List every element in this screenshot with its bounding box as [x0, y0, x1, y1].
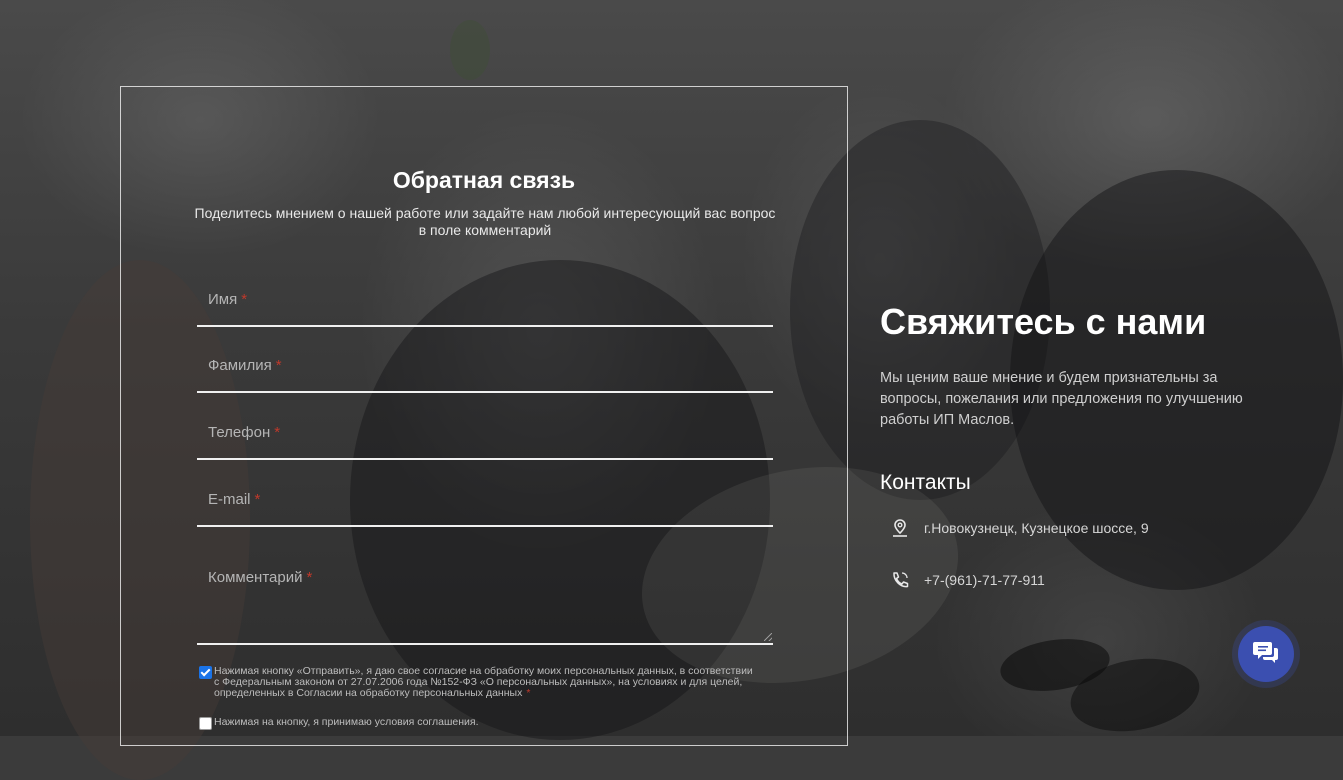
personal-data-consent: Нажимая кнопку «Отправить», я даю свое с… [199, 666, 759, 699]
email-label: E-mail * [208, 491, 261, 508]
feedback-form: Обратная связь Поделитесь мнением о наше… [120, 86, 848, 746]
address-row: г.Новокузнецк, Кузнецкое шоссе, 9 [880, 517, 1260, 539]
address-text: г.Новокузнецк, Кузнецкое шоссе, 9 [924, 520, 1149, 536]
personal-data-checkbox[interactable] [199, 666, 212, 679]
email-field[interactable]: E-mail * [197, 487, 773, 527]
contact-title: Свяжитесь с нами [880, 301, 1207, 342]
name-field[interactable]: Имя * [197, 287, 773, 327]
contact-section: Свяжитесь с нами Мы ценим ваше мнение и … [880, 300, 1260, 591]
surname-label: Фамилия * [208, 357, 282, 374]
form-subtitle: Поделитесь мнением о нашей работе или за… [194, 205, 776, 238]
comment-textarea[interactable]: Комментарий * [197, 555, 773, 645]
chat-widget-button[interactable] [1238, 626, 1294, 682]
resize-grip-icon[interactable] [764, 633, 772, 641]
comment-label: Комментарий * [208, 569, 313, 586]
name-label: Имя * [208, 291, 248, 308]
phone-field[interactable]: Телефон * [197, 420, 773, 460]
agreement-checkbox[interactable] [199, 717, 212, 730]
location-pin-icon [886, 517, 914, 539]
phone-icon [886, 569, 914, 591]
agreement-consent: Нажимая на кнопку, я принимаю условия со… [199, 717, 759, 730]
phone-text[interactable]: +7-(961)-71-77-911 [924, 572, 1045, 588]
chat-bubbles-icon [1252, 639, 1280, 670]
phone-label: Телефон * [208, 424, 281, 441]
surname-field[interactable]: Фамилия * [197, 353, 773, 393]
contact-description: Мы ценим ваше мнение и будем признательн… [880, 370, 1243, 428]
contacts-heading: Контакты [880, 471, 971, 494]
form-title: Обратная связь [392, 167, 576, 193]
phone-row: +7-(961)-71-77-911 [880, 569, 1260, 591]
